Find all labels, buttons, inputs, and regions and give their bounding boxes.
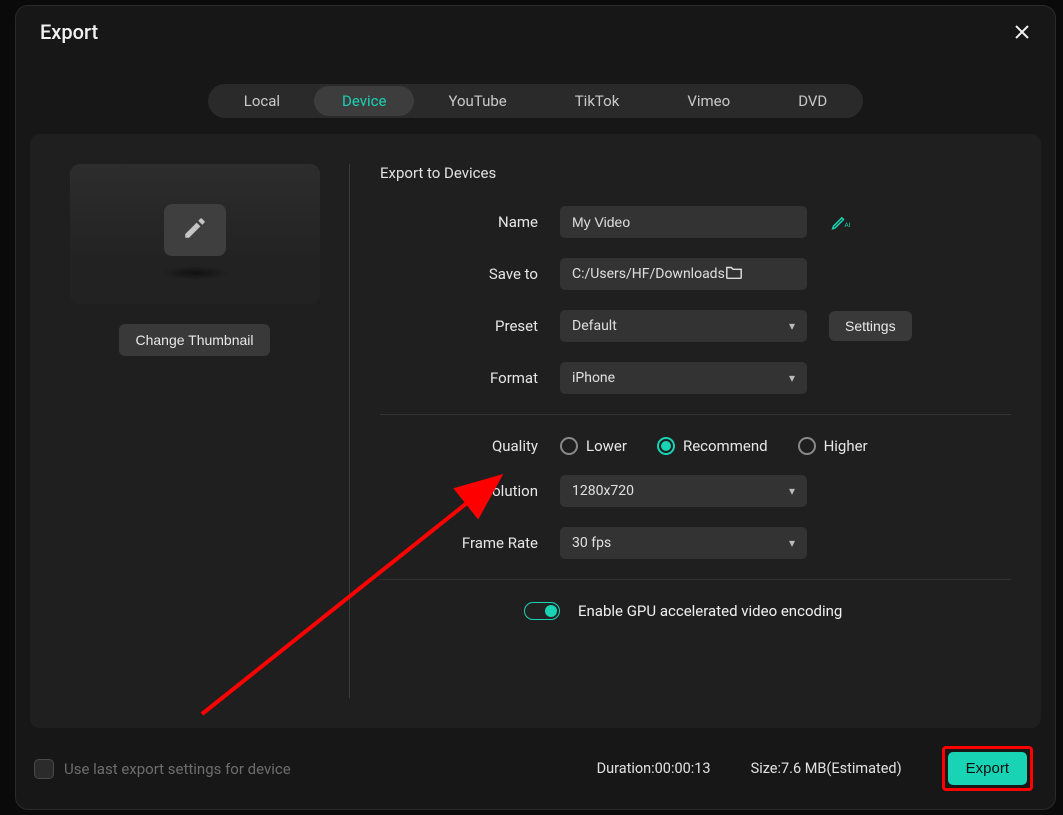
folder-icon[interactable] bbox=[725, 264, 797, 284]
name-input[interactable] bbox=[560, 206, 807, 238]
quality-radio-group: Lower Recommend Higher bbox=[560, 437, 868, 455]
quality-lower-label: Lower bbox=[586, 437, 627, 455]
thumbnail-placeholder bbox=[164, 204, 226, 256]
thumb-shadow bbox=[160, 266, 230, 280]
format-value: iPhone bbox=[572, 370, 615, 386]
row-gpu: Enable GPU accelerated video encoding bbox=[524, 602, 1011, 620]
row-preset: Preset Default ▾ Settings bbox=[380, 310, 1011, 342]
row-name: Name AI bbox=[380, 206, 1011, 238]
gpu-label: Enable GPU accelerated video encoding bbox=[578, 602, 842, 620]
tab-device[interactable]: Device bbox=[314, 86, 414, 116]
size-label: Size: bbox=[751, 760, 781, 777]
remember-label: Use last export settings for device bbox=[64, 760, 291, 778]
titlebar: Export bbox=[16, 6, 1055, 54]
label-format: Format bbox=[380, 369, 560, 387]
thumbnail-column: Change Thumbnail bbox=[60, 164, 350, 698]
label-resolution: Resolution bbox=[380, 482, 560, 500]
preset-value: Default bbox=[572, 318, 617, 334]
row-format: Format iPhone ▾ bbox=[380, 362, 1011, 394]
quality-recommend[interactable]: Recommend bbox=[657, 437, 768, 455]
row-resolution: Resolution 1280x720 ▾ bbox=[380, 475, 1011, 507]
chevron-down-icon: ▾ bbox=[789, 371, 795, 385]
svg-text:AI: AI bbox=[844, 221, 850, 229]
tab-local[interactable]: Local bbox=[210, 86, 314, 116]
label-save-to: Save to bbox=[380, 265, 560, 283]
tab-youtube[interactable]: YouTube bbox=[414, 86, 540, 116]
main-panel: Change Thumbnail Export to Devices Name … bbox=[30, 134, 1041, 728]
framerate-select[interactable]: 30 fps ▾ bbox=[560, 527, 807, 559]
ai-rename-icon[interactable]: AI bbox=[831, 213, 851, 231]
row-framerate: Frame Rate 30 fps ▾ bbox=[380, 527, 1011, 559]
label-preset: Preset bbox=[380, 317, 560, 335]
preset-settings-button[interactable]: Settings bbox=[829, 311, 912, 341]
tab-vimeo[interactable]: Vimeo bbox=[653, 86, 764, 116]
tabs-pill: Local Device YouTube TikTok Vimeo DVD bbox=[208, 84, 864, 118]
tab-tiktok[interactable]: TikTok bbox=[541, 86, 654, 116]
chevron-down-icon: ▾ bbox=[789, 319, 795, 333]
save-to-path: C:/Users/HF/Downloads bbox=[572, 266, 725, 282]
thumbnail-preview[interactable] bbox=[70, 164, 320, 304]
row-quality: Quality Lower Recommend Higher bbox=[380, 437, 1011, 455]
radio-icon bbox=[657, 437, 675, 455]
divider bbox=[380, 579, 1011, 580]
toggle-knob bbox=[545, 605, 557, 617]
quality-lower[interactable]: Lower bbox=[560, 437, 627, 455]
chevron-down-icon: ▾ bbox=[789, 536, 795, 550]
pencil-icon bbox=[182, 215, 208, 245]
resolution-select[interactable]: 1280x720 ▾ bbox=[560, 475, 807, 507]
footer: Use last export settings for device Dura… bbox=[16, 728, 1055, 809]
export-dialog: Export Local Device YouTube TikTok Vimeo… bbox=[16, 6, 1055, 809]
form-column: Export to Devices Name AI Save to C:/Use… bbox=[350, 164, 1011, 698]
label-name: Name bbox=[380, 213, 560, 231]
size-value: 7.6 MB(Estimated) bbox=[781, 760, 902, 777]
save-to-input[interactable]: C:/Users/HF/Downloads bbox=[560, 258, 807, 290]
radio-icon bbox=[560, 437, 578, 455]
duration-text: Duration:00:00:13 bbox=[597, 760, 711, 777]
row-save-to: Save to C:/Users/HF/Downloads bbox=[380, 258, 1011, 290]
preset-select[interactable]: Default ▾ bbox=[560, 310, 807, 342]
framerate-value: 30 fps bbox=[572, 535, 611, 551]
close-icon bbox=[1014, 24, 1030, 40]
close-button[interactable] bbox=[1013, 23, 1031, 41]
size-text: Size:7.6 MB(Estimated) bbox=[751, 760, 902, 777]
dialog-title: Export bbox=[40, 20, 98, 44]
export-button[interactable]: Export bbox=[948, 752, 1027, 785]
tab-dvd[interactable]: DVD bbox=[764, 86, 861, 116]
quality-recommend-label: Recommend bbox=[683, 437, 768, 455]
radio-icon bbox=[798, 437, 816, 455]
quality-higher[interactable]: Higher bbox=[798, 437, 868, 455]
divider bbox=[380, 414, 1011, 415]
label-framerate: Frame Rate bbox=[380, 534, 560, 552]
tabs: Local Device YouTube TikTok Vimeo DVD bbox=[16, 84, 1055, 118]
quality-higher-label: Higher bbox=[824, 437, 868, 455]
section-title: Export to Devices bbox=[380, 164, 1011, 182]
chevron-down-icon: ▾ bbox=[789, 484, 795, 498]
format-select[interactable]: iPhone ▾ bbox=[560, 362, 807, 394]
annotation-export-highlight: Export bbox=[942, 746, 1033, 791]
label-quality: Quality bbox=[380, 437, 560, 455]
gpu-toggle[interactable] bbox=[524, 602, 560, 620]
duration-label: Duration: bbox=[597, 760, 655, 777]
resolution-value: 1280x720 bbox=[572, 483, 634, 499]
duration-value: 00:00:13 bbox=[655, 760, 711, 777]
remember-checkbox[interactable] bbox=[34, 759, 54, 779]
change-thumbnail-button[interactable]: Change Thumbnail bbox=[119, 324, 269, 356]
